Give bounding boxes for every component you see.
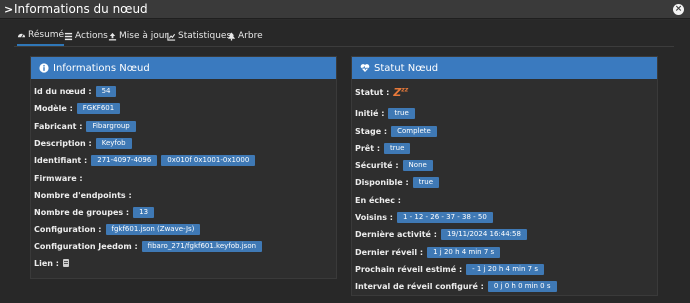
tab-label: Statistiques [178, 31, 232, 41]
configuration-badge: fgkf601.json (Zwave-Js) [105, 223, 201, 235]
tab-statistics[interactable]: Statistiques [167, 26, 231, 46]
row-wakeup-interval: Interval de réveil configuré : 0 j 0 h 0… [355, 279, 561, 293]
dashboard-icon [17, 33, 26, 38]
modal-content: Résumé Actions Mise à jour Statistiques … [0, 20, 690, 303]
tab-actions[interactable]: Actions [64, 26, 108, 46]
security-badge: None [402, 159, 433, 171]
row-link: Lien : [34, 256, 69, 270]
tab-resume[interactable]: Résumé [17, 26, 65, 46]
upload-icon [108, 32, 117, 40]
status-panel-header: Statut Nœud [352, 57, 657, 79]
groups-badge: 13 [133, 206, 155, 218]
available-badge: true [412, 176, 440, 188]
tab-label: Actions [75, 31, 108, 41]
row-security: Sécurité : None [355, 158, 437, 172]
jeedom-config-badge: fibaro_271/fgkf601.keyfob.json [141, 240, 263, 252]
sleeping-icon: Zzz [393, 85, 409, 99]
list-icon [64, 32, 73, 40]
last-activity-badge: 19/11/2024 16:44:58 [440, 228, 527, 240]
row-ready: Prêt : true [355, 141, 414, 155]
tab-label: Mise à jour [119, 31, 169, 41]
node-id-badge: 54 [95, 85, 117, 97]
row-description: Description : Keyfob [34, 136, 136, 150]
identifier-hex-badge: 0x010f 0x1001-0x1000 [161, 154, 256, 166]
row-available: Disponible : true [355, 175, 443, 189]
database-icon[interactable] [62, 259, 69, 267]
description-badge: Keyfob [95, 137, 132, 149]
chevron-right-icon: > [4, 3, 14, 16]
row-configuration: Configuration : fgkf601.json (Zwave-Js) [34, 222, 204, 236]
close-icon[interactable]: × [673, 4, 684, 15]
row-neighbors: Voisins : 1 - 12 - 26 - 37 - 38 - 50 [355, 210, 497, 224]
row-next-wakeup: Prochain réveil estimé : - 1 j 20 h 4 mi… [355, 262, 548, 276]
status-panel-title: Statut Nœud [374, 62, 439, 74]
tab-label: Résumé [28, 30, 65, 40]
model-badge: FGKF601 [76, 102, 121, 114]
info-circle-icon [39, 63, 49, 73]
neighbors-badge: 1 - 12 - 26 - 37 - 38 - 50 [396, 211, 493, 223]
row-groups: Nombre de groupes : 13 [34, 205, 158, 219]
info-panel: Informations Nœud Id du nœud : 54 Modèle… [30, 56, 337, 279]
last-wakeup-badge: 1 j 20 h 4 min 7 s [427, 246, 501, 258]
wakeup-interval-badge: 0 j 0 h 0 min 0 s [487, 280, 557, 292]
row-status: Statut : Zzz [355, 85, 409, 99]
row-last-activity: Dernière activité : 19/11/2024 16:44:58 [355, 227, 531, 241]
row-model: Modèle : FGKF601 [34, 101, 124, 115]
info-panel-title: Informations Nœud [53, 62, 150, 74]
heartbeat-icon [360, 64, 370, 72]
row-manufacturer: Fabricant : Fibargroup [34, 119, 140, 133]
row-identifier: Identifiant : 271-4097-4096 0x010f 0x100… [34, 153, 259, 167]
row-node-id: Id du nœud : 54 [34, 84, 120, 98]
ready-badge: true [384, 142, 411, 154]
next-wakeup-badge: - 1 j 20 h 4 min 7 s [466, 263, 544, 275]
stage-badge: Complete [391, 125, 437, 137]
modal-title: Informations du nœud [14, 2, 148, 16]
row-endpoints: Nombre d'endpoints : [34, 190, 132, 200]
tab-label: Arbre [238, 31, 263, 41]
tab-tree[interactable]: Arbre [227, 26, 263, 46]
row-stage: Stage : Complete [355, 124, 441, 138]
row-firmware: Firmware : [34, 173, 83, 183]
row-initiated: Initié : true [355, 106, 419, 120]
tree-icon [227, 31, 236, 41]
status-panel: Statut Nœud Statut : Zzz Initié : true S… [351, 56, 658, 296]
row-jeedom-config: Configuration Jeedom : fibaro_271/fgkf60… [34, 239, 266, 253]
tab-update[interactable]: Mise à jour [108, 26, 168, 46]
manufacturer-badge: Fibargroup [86, 120, 136, 132]
modal-titlebar: > Informations du nœud × [0, 0, 690, 19]
identifier-badge: 271-4097-4096 [91, 154, 158, 166]
row-failed: En échec : [355, 195, 401, 205]
chart-icon [167, 32, 176, 41]
tab-divider [14, 46, 674, 47]
initiated-badge: true [388, 107, 415, 119]
info-panel-header: Informations Nœud [31, 57, 336, 79]
row-last-wakeup: Dernier réveil : 1 j 20 h 4 min 7 s [355, 245, 504, 259]
